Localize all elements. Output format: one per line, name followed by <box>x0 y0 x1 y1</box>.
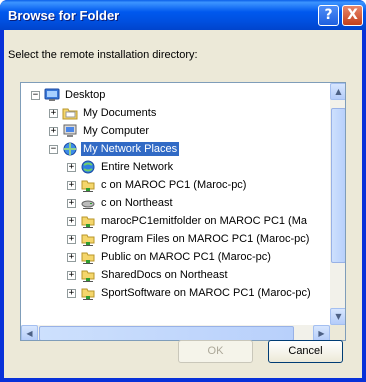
expand-icon[interactable]: + <box>67 162 76 172</box>
tree-item[interactable]: + My Documents <box>49 104 158 122</box>
tree-item[interactable]: + Public on MAROC PC1 (Maroc-pc) <box>67 248 273 266</box>
scroll-up-icon[interactable]: ▲ <box>330 83 345 100</box>
expand-icon[interactable]: + <box>67 198 76 208</box>
tree-items: − Desktop + My Documents + My Computer − My Net… <box>21 83 330 325</box>
tree-item[interactable]: + c on Northeast <box>67 194 175 212</box>
vertical-scrollbar[interactable]: ▲ ▼ <box>330 83 345 325</box>
help-button[interactable]: ? <box>318 5 339 26</box>
tree-item-label: SportSoftware on MAROC PC1 (Maroc-pc) <box>101 287 311 299</box>
scroll-down-icon[interactable]: ▼ <box>330 308 345 325</box>
tree-item[interactable]: + c on MAROC PC1 (Maroc-pc) <box>67 176 248 194</box>
title-bar[interactable]: Browse for Folder ? X <box>0 0 366 30</box>
tree-item[interactable]: + SportSoftware on MAROC PC1 (Maroc-pc) <box>67 284 313 302</box>
tree-item-label: c on MAROC PC1 (Maroc-pc) <box>101 179 247 191</box>
network-share-icon <box>80 213 96 229</box>
folder-tree[interactable]: − Desktop + My Documents + My Computer − My Net… <box>20 82 346 341</box>
expand-icon[interactable]: + <box>49 126 58 136</box>
network-share-icon <box>80 231 96 247</box>
tree-item[interactable]: − My Network Places <box>49 140 180 158</box>
tree-item-label: My Network Places <box>81 142 180 156</box>
horizontal-scroll-thumb[interactable] <box>39 326 294 340</box>
browse-for-folder-dialog: Browse for Folder ? X Select the remote … <box>0 0 366 382</box>
tree-item-label: SharedDocs on Northeast <box>101 269 228 281</box>
close-button[interactable]: X <box>342 5 363 26</box>
vertical-scroll-thumb[interactable] <box>331 108 345 263</box>
tree-item[interactable]: + Program Files on MAROC PC1 (Maroc-pc) <box>67 230 311 248</box>
tree-item-label: marocPC1emitfolder on MAROC PC1 (Ma <box>101 215 308 227</box>
window-title: Browse for Folder <box>8 8 120 23</box>
tree-item-label: My Computer <box>83 125 150 137</box>
dialog-body: Select the remote installation directory… <box>4 30 362 378</box>
tree-item-label: Entire Network <box>101 161 174 173</box>
ok-button[interactable]: OK <box>178 340 253 363</box>
expand-icon[interactable]: + <box>67 180 76 190</box>
network-share-icon <box>80 249 96 265</box>
network-share-icon <box>80 285 96 301</box>
network-share-icon <box>80 267 96 283</box>
tree-item[interactable]: + My Computer <box>49 122 151 140</box>
computer-icon <box>62 123 78 139</box>
tree-item[interactable]: − Desktop <box>31 86 107 104</box>
folder-icon <box>62 105 78 121</box>
tree-item[interactable]: + Entire Network <box>67 158 175 176</box>
tree-item-label: My Documents <box>83 107 157 119</box>
tree-item-label: c on Northeast <box>101 197 173 209</box>
scroll-left-icon[interactable]: ◀ <box>21 325 38 340</box>
expand-icon[interactable]: + <box>67 288 76 298</box>
network-places-icon <box>62 141 78 157</box>
cancel-button[interactable]: Cancel <box>268 340 343 363</box>
expand-icon[interactable]: + <box>67 252 76 262</box>
expand-icon[interactable]: + <box>67 216 76 226</box>
tree-item-label: Desktop <box>65 89 106 101</box>
tree-item[interactable]: + SharedDocs on Northeast <box>67 266 230 284</box>
instruction-text: Select the remote installation directory… <box>8 49 198 61</box>
expand-icon[interactable]: + <box>67 234 76 244</box>
expand-icon[interactable]: + <box>67 270 76 280</box>
tree-item-label: Public on MAROC PC1 (Maroc-pc) <box>101 251 271 263</box>
desktop-icon <box>44 87 60 103</box>
tree-item[interactable]: + marocPC1emitfolder on MAROC PC1 (Ma <box>67 212 309 230</box>
collapse-icon[interactable]: − <box>49 144 58 154</box>
collapse-icon[interactable]: − <box>31 90 40 100</box>
network-share-icon <box>80 177 96 193</box>
network-drive-icon <box>80 195 96 211</box>
expand-icon[interactable]: + <box>49 108 58 118</box>
scroll-right-icon[interactable]: ▶ <box>313 325 330 340</box>
scrollbar-corner <box>330 325 345 340</box>
globe-icon <box>80 159 96 175</box>
horizontal-scrollbar[interactable]: ◀ ▶ <box>21 325 330 340</box>
tree-item-label: Program Files on MAROC PC1 (Maroc-pc) <box>101 233 310 245</box>
